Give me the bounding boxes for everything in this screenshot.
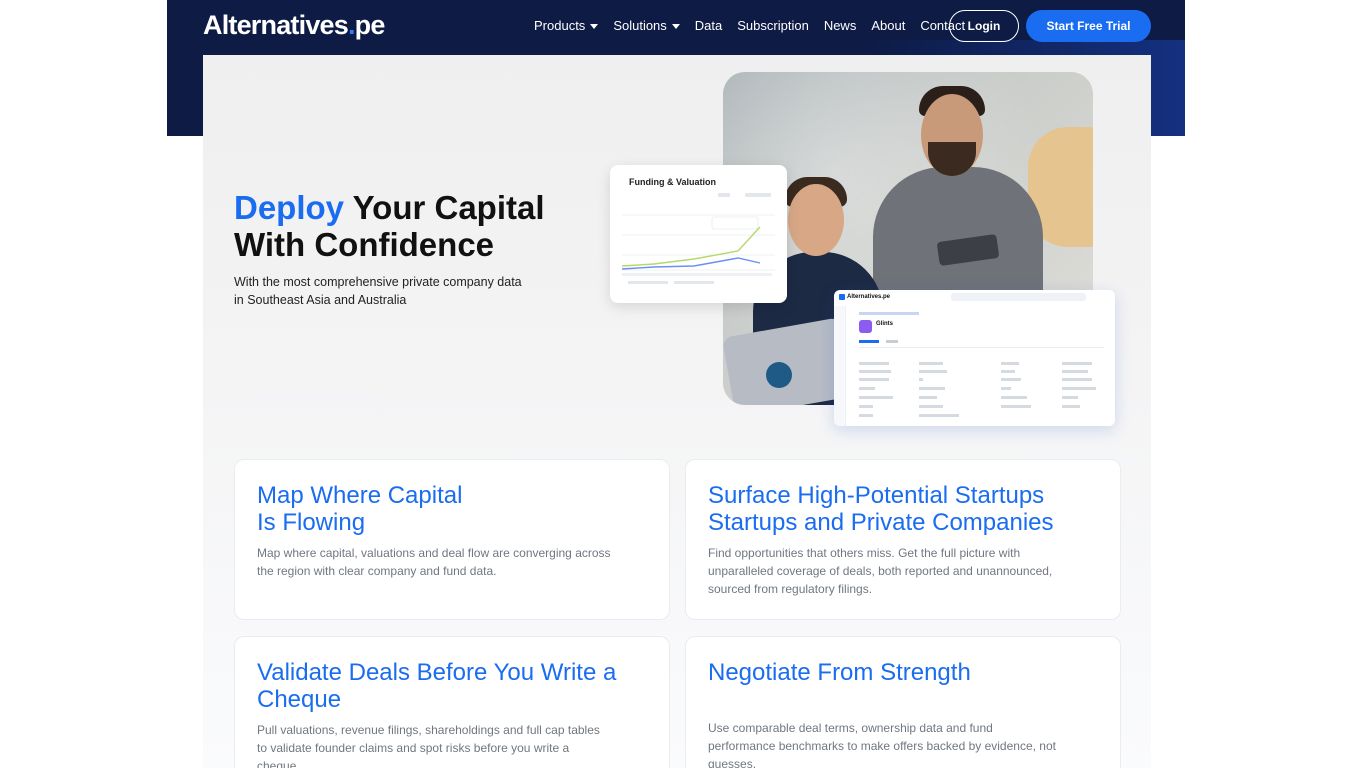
- feature-title-line-2: Startups and Private Companies: [708, 509, 1054, 536]
- feature-title: Map Where Capital Is Flowing: [257, 482, 462, 536]
- company-card-tab: [859, 340, 879, 343]
- feature-body-line-2: performance benchmarks to make offers ba…: [708, 739, 1056, 753]
- company-card-divider: [859, 347, 1104, 348]
- funding-valuation-card: Funding & Valuation: [610, 165, 787, 303]
- feature-title: Surface High-Potential Startups Startups…: [708, 482, 1054, 536]
- feature-body: Use comparable deal terms, ownership dat…: [708, 719, 1056, 768]
- feature-body-line-3: sourced from regulatory filings.: [708, 582, 873, 596]
- nav-data[interactable]: Data: [695, 18, 722, 33]
- nav-links: Products Solutions Data Subscription New…: [534, 18, 965, 33]
- legend-row: [628, 281, 668, 284]
- company-card-row: [859, 387, 1109, 390]
- feature-body: Pull valuations, revenue filings, shareh…: [257, 721, 600, 768]
- company-card-row: [859, 405, 1109, 408]
- start-free-trial-button[interactable]: Start Free Trial: [1026, 10, 1151, 42]
- feature-body-line-1: Use comparable deal terms, ownership dat…: [708, 721, 993, 735]
- feature-title-line-2: Is Flowing: [257, 509, 366, 536]
- feature-card-surface-startups: Surface High-Potential Startups Startups…: [685, 459, 1121, 620]
- feature-body-line-2: to validate founder claims and spot risk…: [257, 741, 570, 755]
- hero-title-accent: Deploy: [234, 189, 345, 226]
- login-button[interactable]: Login: [949, 10, 1019, 42]
- nav-news-label: News: [823, 18, 857, 33]
- company-card-sidebar: [834, 306, 846, 426]
- company-card-row: [859, 396, 1109, 399]
- company-card-row: [859, 414, 1109, 417]
- hero-subtitle-line-1: With the most comprehensive private comp…: [234, 275, 522, 289]
- legend-row: [674, 281, 714, 284]
- logo[interactable]: Alternatives.pe: [203, 10, 385, 41]
- page: Alternatives.pe Products Solutions Data …: [0, 0, 1366, 768]
- legend-chip: [718, 193, 730, 197]
- nav-subscription-label: Subscription: [737, 18, 809, 33]
- legend-chip: [745, 193, 771, 197]
- feature-card-negotiate: Negotiate From Strength Use comparable d…: [685, 636, 1121, 768]
- feature-title: Negotiate From Strength: [708, 659, 971, 686]
- feature-body-line-1: Map where capital, valuations and deal f…: [257, 546, 611, 560]
- hero-title-line-2: With Confidence: [234, 226, 495, 263]
- feature-body-line-2: unparalleled coverage of deals, both rep…: [708, 564, 1053, 578]
- feature-body: Map where capital, valuations and deal f…: [257, 544, 611, 580]
- nav-solutions[interactable]: Solutions: [613, 18, 680, 33]
- feature-body-line-2: the region with clear company and fund d…: [257, 564, 497, 578]
- nav-about[interactable]: About: [871, 18, 905, 33]
- company-card-name: Glints: [876, 321, 894, 327]
- company-card-row: [859, 378, 1109, 381]
- company-icon: [859, 320, 872, 333]
- chart-tooltip: [711, 216, 759, 230]
- nav-solutions-label: Solutions: [613, 18, 667, 33]
- nav-subscription[interactable]: Subscription: [737, 18, 809, 33]
- navbar: Alternatives.pe Products Solutions Data …: [167, 0, 1185, 52]
- chevron-down-icon: [671, 24, 680, 29]
- funding-mini-chart: [621, 193, 775, 284]
- feature-body-line-1: Pull valuations, revenue filings, shareh…: [257, 723, 600, 737]
- logo-dot: .: [347, 10, 355, 40]
- nav-products[interactable]: Products: [534, 18, 599, 33]
- feature-body: Find opportunities that others miss. Get…: [708, 544, 1052, 598]
- series-line-green: [621, 226, 761, 267]
- photo-face: [788, 184, 844, 256]
- logo-suffix: pe: [354, 10, 386, 40]
- feature-card-validate-deals: Validate Deals Before You Write a Cheque…: [234, 636, 670, 768]
- nav-data-label: Data: [694, 18, 723, 33]
- hero-title-rest: Your Capital: [344, 189, 545, 226]
- logo-text: Alternatives: [203, 10, 349, 40]
- company-card-row: [859, 370, 1109, 373]
- company-card-tab: [886, 340, 898, 343]
- feature-title: Validate Deals Before You Write a Cheque: [257, 659, 616, 713]
- nav-about-label: About: [871, 18, 906, 33]
- nav-news[interactable]: News: [824, 18, 857, 33]
- company-profile-card: Alternatives.pe Glints: [834, 290, 1115, 426]
- feature-title-line-1: Validate Deals Before You Write a: [257, 659, 617, 686]
- company-card-row: [859, 362, 1109, 365]
- company-card-breadcrumb: [859, 312, 919, 315]
- nav-products-label: Products: [534, 18, 586, 33]
- feature-card-map-capital: Map Where Capital Is Flowing Map where c…: [234, 459, 670, 620]
- feature-title-line-2: Cheque: [257, 686, 342, 713]
- feature-body-line-3: cheque.: [257, 759, 300, 768]
- feature-title-line-1: Map Where Capital: [257, 482, 463, 509]
- company-card-brand: Alternatives.pe: [847, 294, 891, 300]
- feature-body-line-3: guesses.: [708, 757, 757, 768]
- hero-title: Deploy Your Capital With Confidence: [234, 189, 545, 263]
- chevron-down-icon: [590, 24, 599, 29]
- feature-title-line-1: Surface High-Potential Startups: [708, 482, 1045, 509]
- feature-title-line-1: Negotiate From Strength: [708, 659, 971, 686]
- laptop-logo-icon: [766, 362, 792, 388]
- hero-subtitle-line-2: in Southeast Asia and Australia: [234, 293, 407, 307]
- company-card-search: [951, 293, 1086, 301]
- axis-labels: [622, 273, 772, 276]
- hero-subtitle: With the most comprehensive private comp…: [234, 273, 534, 309]
- feature-body-line-1: Find opportunities that others miss. Get…: [708, 546, 1021, 560]
- brand-logo-icon: [839, 294, 845, 300]
